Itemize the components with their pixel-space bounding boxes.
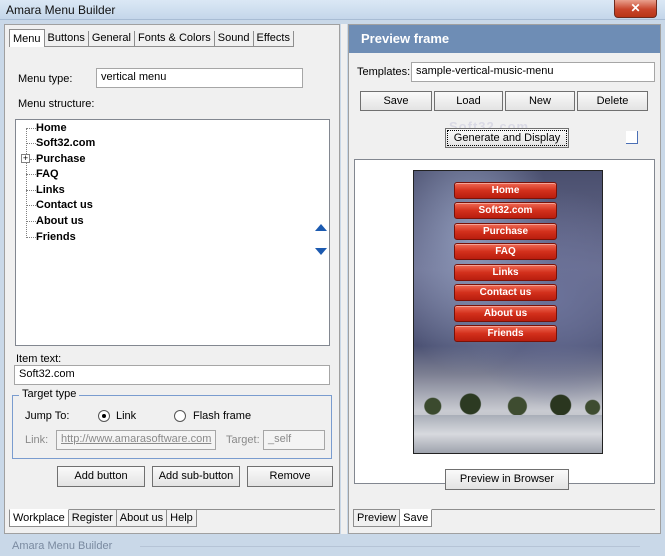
add-button-button[interactable]: Add button: [57, 466, 145, 487]
app-frame: Menu Buttons General Fonts & Colors Soun…: [0, 20, 665, 536]
tab-effects[interactable]: Effects: [253, 31, 294, 47]
window-title: Amara Menu Builder: [6, 3, 116, 17]
tree-item-links[interactable]: Links: [36, 183, 65, 197]
menu-type-label: Menu type:: [18, 73, 73, 85]
preview-menu-item[interactable]: Soft32.com: [454, 202, 557, 219]
workplace-panel: Menu Buttons General Fonts & Colors Soun…: [4, 24, 340, 534]
preview-background-image: Home Soft32.com Purchase FAQ Links Conta…: [413, 170, 603, 454]
preview-menu-item[interactable]: Links: [454, 264, 557, 281]
target-type-legend: Target type: [19, 388, 80, 400]
tree-connector: [26, 128, 36, 129]
tab-fonts-colors[interactable]: Fonts & Colors: [134, 31, 215, 47]
settings-tabs: Menu Buttons General Fonts & Colors Soun…: [9, 29, 294, 47]
tree-connector: [26, 237, 36, 238]
tree-item-about-us[interactable]: About us: [36, 214, 84, 228]
preview-menu-item[interactable]: Purchase: [454, 223, 557, 240]
menu-type-field[interactable]: vertical menu: [96, 68, 303, 88]
item-text-label: Item text:: [16, 353, 62, 365]
status-bar: Amara Menu Builder: [0, 536, 665, 556]
target-field[interactable]: _self: [263, 430, 325, 450]
menu-structure-tree[interactable]: + Home Soft32.com Purchase FAQ Links Con…: [15, 119, 330, 346]
item-text-field[interactable]: Soft32.com: [14, 365, 330, 385]
tab-preview[interactable]: Preview: [353, 509, 401, 527]
preview-menu-item[interactable]: Home: [454, 182, 557, 199]
tab-sound[interactable]: Sound: [214, 31, 254, 47]
close-button[interactable]: ✕: [614, 0, 657, 18]
remove-button[interactable]: Remove: [247, 466, 333, 487]
link-radio[interactable]: [98, 410, 110, 422]
tree-connector: [26, 143, 36, 144]
target-type-group: Target type Jump To: Link Flash frame Li…: [12, 388, 332, 459]
tab-register[interactable]: Register: [68, 509, 117, 527]
tree-connector: [26, 221, 36, 222]
preview-menu-item[interactable]: Contact us: [454, 284, 557, 301]
flash-frame-radio[interactable]: [174, 410, 186, 422]
tab-buttons[interactable]: Buttons: [44, 31, 89, 47]
preview-menu-item[interactable]: FAQ: [454, 243, 557, 260]
tab-general[interactable]: General: [88, 31, 135, 47]
tab-save[interactable]: Save: [400, 509, 433, 527]
preview-frame-header: Preview frame: [349, 25, 660, 53]
templates-label: Templates:: [357, 66, 411, 78]
expand-icon[interactable]: +: [21, 154, 30, 163]
generate-and-display-button[interactable]: Generate and Display: [445, 128, 569, 148]
preview-panel: Preview frame Templates: sample-vertical…: [348, 24, 661, 534]
link-field-label: Link:: [25, 434, 49, 446]
move-down-icon[interactable]: [315, 248, 327, 255]
save-button[interactable]: Save: [360, 91, 432, 111]
templates-field[interactable]: sample-vertical-music-menu: [411, 62, 655, 82]
tree-connector: [26, 174, 36, 175]
preview-menu-item[interactable]: About us: [454, 305, 557, 322]
tree-connector: [26, 205, 36, 206]
link-url-field[interactable]: http://www.amarasoftware.com: [56, 430, 216, 450]
new-button[interactable]: New: [505, 91, 575, 111]
status-text: Amara Menu Builder: [12, 540, 113, 552]
preview-tabs: Preview Save: [353, 509, 433, 527]
panel-splitter[interactable]: [341, 24, 347, 534]
preview-menu-item[interactable]: Friends: [454, 325, 557, 342]
target-label: Target:: [226, 434, 260, 446]
tree-item-faq[interactable]: FAQ: [36, 167, 59, 181]
tab-workplace[interactable]: Workplace: [9, 509, 69, 527]
title-bar: Amara Menu Builder ✕: [0, 0, 665, 20]
tree-item-home[interactable]: Home: [36, 121, 67, 135]
tree-connector: [26, 190, 36, 191]
treeline-graphic: [414, 393, 602, 415]
flash-frame-radio-label[interactable]: Flash frame: [193, 410, 251, 422]
workplace-tabs: Workplace Register About us Help: [9, 509, 197, 527]
load-button[interactable]: Load: [434, 91, 503, 111]
preview-in-browser-button[interactable]: Preview in Browser: [445, 469, 569, 490]
move-up-icon[interactable]: [315, 224, 327, 231]
tab-about-us[interactable]: About us: [116, 509, 168, 527]
delete-button[interactable]: Delete: [577, 91, 648, 111]
collapse-preview-icon[interactable]: [626, 131, 638, 144]
jump-to-label: Jump To:: [25, 410, 70, 422]
tree-item-friends[interactable]: Friends: [36, 230, 76, 244]
water-graphic: [414, 415, 602, 453]
menu-structure-label: Menu structure:: [18, 98, 95, 110]
preview-area: Home Soft32.com Purchase FAQ Links Conta…: [354, 159, 655, 484]
tree-item-purchase[interactable]: Purchase: [36, 152, 86, 166]
tab-menu[interactable]: Menu: [9, 29, 45, 47]
tree-item-soft32[interactable]: Soft32.com: [36, 136, 95, 150]
status-divider: [140, 546, 640, 547]
link-radio-label[interactable]: Link: [116, 410, 136, 422]
tree-item-contact-us[interactable]: Contact us: [36, 198, 93, 212]
add-sub-button-button[interactable]: Add sub-button: [152, 466, 240, 487]
tab-help[interactable]: Help: [167, 509, 197, 527]
